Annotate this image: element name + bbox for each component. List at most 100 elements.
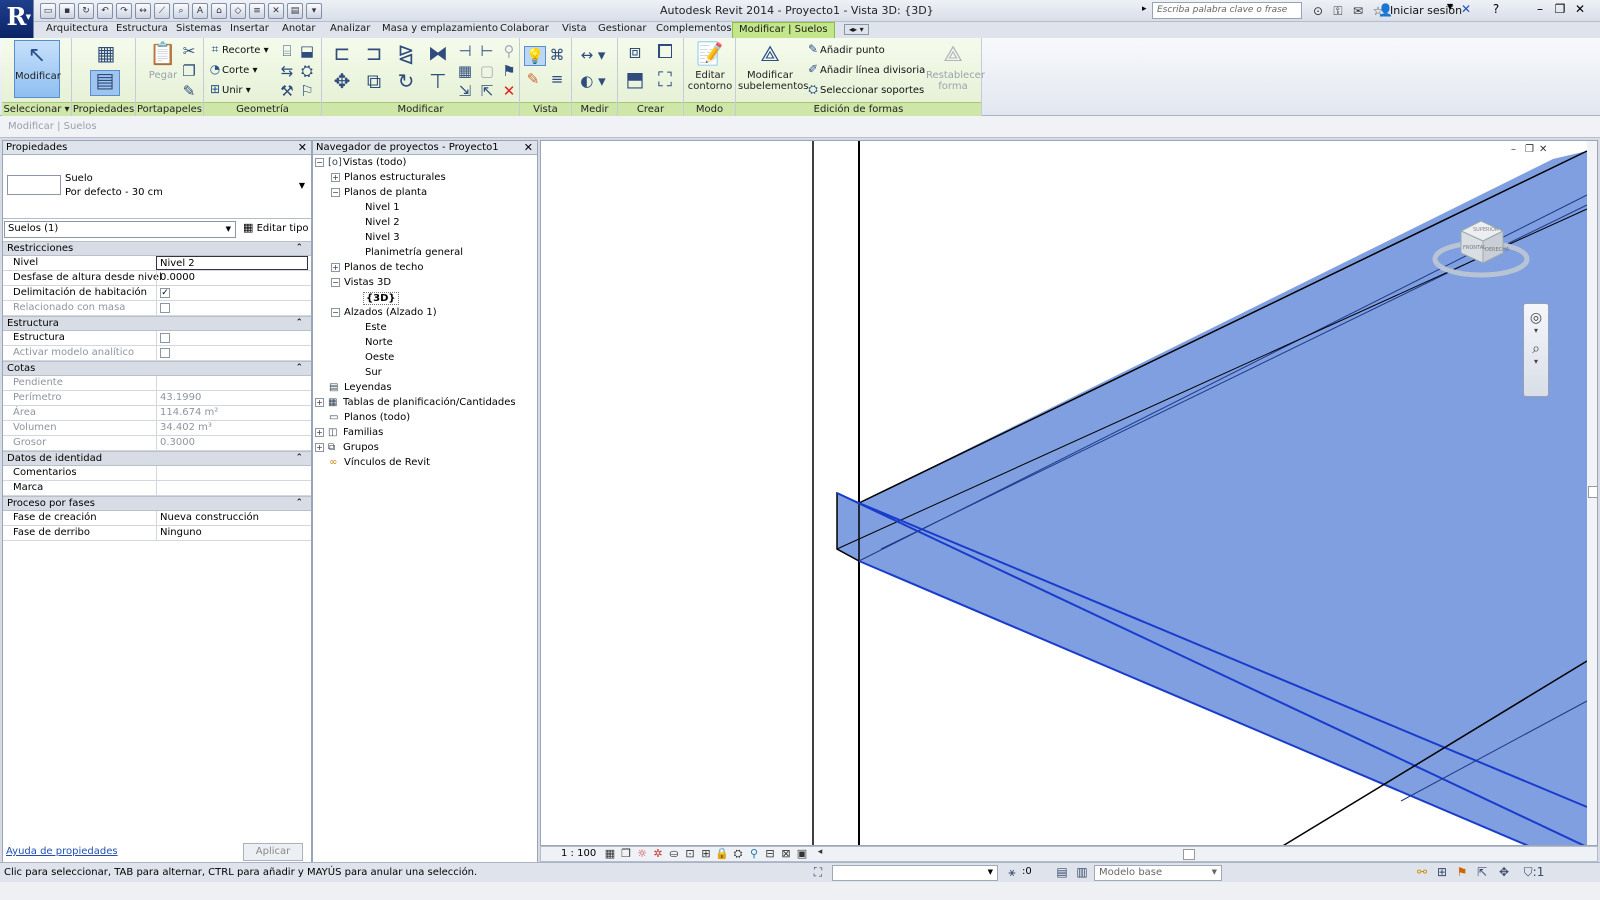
close-icon[interactable]: ✕ (298, 141, 307, 154)
height-offset-field[interactable]: 0.0000 (156, 271, 308, 285)
zoom-icon[interactable]: ⌕ (1524, 341, 1548, 357)
tab-anotar[interactable]: Anotar (282, 23, 315, 34)
dimension-icon[interactable]: ◐ ▾ (578, 72, 608, 90)
group-identity[interactable]: Datos de identidad ⌃ (3, 451, 311, 466)
reveal-hidden-icon[interactable]: ⚲ (747, 847, 761, 860)
tree-node-3d-default[interactable]: {3D} (363, 292, 399, 305)
pick-supports-button[interactable]: ⛭ Seleccionar soportes (806, 82, 924, 100)
select-links-icon[interactable]: ⚯ (1414, 865, 1430, 879)
minimize-icon[interactable]: – (1532, 2, 1548, 16)
design-option-dropdown[interactable]: Modelo base ▼ (1094, 865, 1222, 881)
crop-view-icon[interactable]: ⊡ (683, 847, 697, 860)
tab-estructura[interactable]: Estructura (116, 23, 168, 34)
tab-gestionar[interactable]: Gestionar (598, 23, 647, 34)
properties-help-link[interactable]: Ayuda de propiedades (6, 846, 118, 857)
drag-elements-icon[interactable]: ✥ (1496, 865, 1512, 879)
add-point-button[interactable]: ✎ Añadir punto (806, 42, 885, 60)
show-constraints-icon[interactable]: ▣ (795, 847, 809, 860)
sync-icon[interactable]: ↻ (78, 3, 94, 19)
tree-node-ceiling-plans[interactable]: + Planos de techo (331, 262, 424, 273)
tab-modificar-suelos[interactable]: Modificar | Suelos (732, 22, 835, 38)
open-icon[interactable]: ▭ (40, 3, 56, 19)
chevron-down-icon[interactable]: ▼ (1442, 2, 1458, 11)
tree-node-north[interactable]: Norte (365, 337, 393, 348)
delete-icon[interactable]: ✕ (500, 82, 518, 100)
horizontal-scrollbar-thumb[interactable] (1183, 849, 1195, 860)
lock-view-icon[interactable]: 🔒 (715, 847, 729, 860)
ribbon-minimize-toggle[interactable]: ◂▸ ▾ (844, 24, 869, 35)
exclude-options-icon[interactable]: ▥ (1074, 865, 1090, 879)
detail-level-icon[interactable]: ▦ (603, 847, 617, 860)
comments-field[interactable] (156, 466, 308, 480)
reset-shape-button[interactable]: ⟁ Restablecer forma (926, 40, 985, 98)
chevron-down-icon[interactable]: ▾ (1524, 357, 1548, 366)
application-menu-button[interactable]: R ▼ (0, 0, 34, 38)
collapse-icon[interactable]: − (315, 158, 324, 167)
hide-in-view-icon[interactable]: 💡 (524, 46, 546, 66)
cut-geometry-button[interactable]: ◔ Corte ▾ (208, 62, 258, 80)
group-dimensions[interactable]: Cotas ⌃ (3, 361, 311, 376)
minimize-view-icon[interactable]: – (1511, 144, 1516, 155)
create-similar-icon[interactable]: ⛶ (652, 69, 678, 96)
close-view-icon[interactable]: ✕ (1539, 144, 1547, 155)
select-pinned-icon[interactable]: ⚑ (1454, 865, 1470, 879)
chevron-down-icon[interactable]: ▼ (299, 181, 305, 190)
tree-node-level2[interactable]: Nivel 2 (365, 217, 400, 228)
linework-icon[interactable]: ✎ (524, 70, 542, 88)
select-underlay-icon[interactable]: ⊞ (1434, 865, 1450, 879)
split-element-icon[interactable]: ⊣ (456, 42, 474, 60)
expand-icon[interactable]: + (315, 398, 324, 407)
temp-hide-icon[interactable]: ⛭ (731, 847, 745, 861)
view-range-icon[interactable]: ≡ (548, 70, 566, 88)
viewcube[interactable]: SUPERIOR FRONTAL DERECHA (1431, 201, 1531, 291)
subscription-icon[interactable]: ⚿ (1330, 3, 1346, 19)
mark-field[interactable] (156, 481, 308, 495)
group-phasing[interactable]: Proceso por fases ⌃ (3, 496, 311, 511)
array-icon[interactable]: ▦ (456, 62, 474, 80)
cut-icon[interactable]: ✂ (180, 42, 198, 60)
tree-node-revit-links[interactable]: ∞ Vínculos de Revit (329, 457, 430, 468)
chevron-down-icon[interactable]: ▾ (1524, 326, 1548, 335)
thin-lines-icon[interactable]: ≡ (249, 3, 265, 19)
unpin-icon[interactable]: ⚲ (500, 42, 518, 60)
collapse-icon[interactable]: − (331, 278, 340, 287)
type-selector[interactable]: Suelo Por defecto - 30 cm ▼ (3, 155, 311, 219)
create-parts-icon[interactable]: ⧠ (652, 41, 678, 68)
tree-node-families[interactable]: + ◫ Familias (315, 427, 383, 438)
panel-select-label[interactable]: Seleccionar ▾ (2, 102, 71, 116)
close-hidden-icon[interactable]: ✕ (268, 3, 284, 19)
tab-complementos[interactable]: Complementos (656, 23, 732, 34)
split-face-icon[interactable]: ⬓ (298, 42, 316, 60)
demolish-icon[interactable]: ⇆ (278, 62, 296, 80)
close-icon[interactable]: ✕ (524, 141, 533, 154)
tab-sistemas[interactable]: Sistemas (176, 23, 222, 34)
text-icon[interactable]: A (192, 3, 208, 19)
copy-icon[interactable]: ❐ (180, 62, 198, 80)
measure-tool-icon[interactable]: ↔ ▾ (578, 46, 608, 64)
drawing-area[interactable]: – ❐ ✕ SUPERIOR FRONTAL DERECHA ◎ ▾ ⌕ ▾ (540, 140, 1598, 846)
scale-icon[interactable]: ▢ (478, 62, 496, 80)
expand-icon[interactable]: + (315, 428, 324, 437)
redo-icon[interactable]: ↷ (116, 3, 132, 19)
scrollbar-thumb[interactable] (1588, 486, 1597, 498)
split-gap-icon[interactable]: ⊢ (478, 42, 496, 60)
expand-search-icon[interactable]: ▸ (1142, 4, 1147, 14)
tree-node-east[interactable]: Este (365, 322, 387, 333)
collapse-icon[interactable]: − (331, 308, 340, 317)
tree-node-level3[interactable]: Nivel 3 (365, 232, 400, 243)
align-icon[interactable]: ⊏ (330, 43, 354, 68)
group-constraints[interactable]: Restricciones ⌃ (3, 241, 311, 256)
switch-windows-icon[interactable]: ▤ (287, 3, 303, 19)
tree-node-south[interactable]: Sur (365, 367, 382, 378)
sun-path-icon[interactable]: ☼ (635, 847, 649, 860)
remove-paint-icon[interactable]: ⚐ (298, 82, 316, 100)
restore-view-icon[interactable]: ❐ (1525, 144, 1534, 155)
tree-node-level1[interactable]: Nivel 1 (365, 202, 400, 213)
tag-icon[interactable]: ⌕ (173, 3, 189, 19)
floor-slab-edge[interactable] (836, 491, 860, 563)
tree-node-structural-plans[interactable]: + Planos estructurales (331, 172, 446, 183)
customize-qat-icon[interactable]: ▾ (306, 3, 322, 19)
join-roof-icon[interactable]: ⛭ (298, 62, 316, 80)
view-scale[interactable]: 1 : 100 (561, 848, 596, 859)
exchange-apps-icon[interactable]: ✕ (1458, 2, 1474, 16)
